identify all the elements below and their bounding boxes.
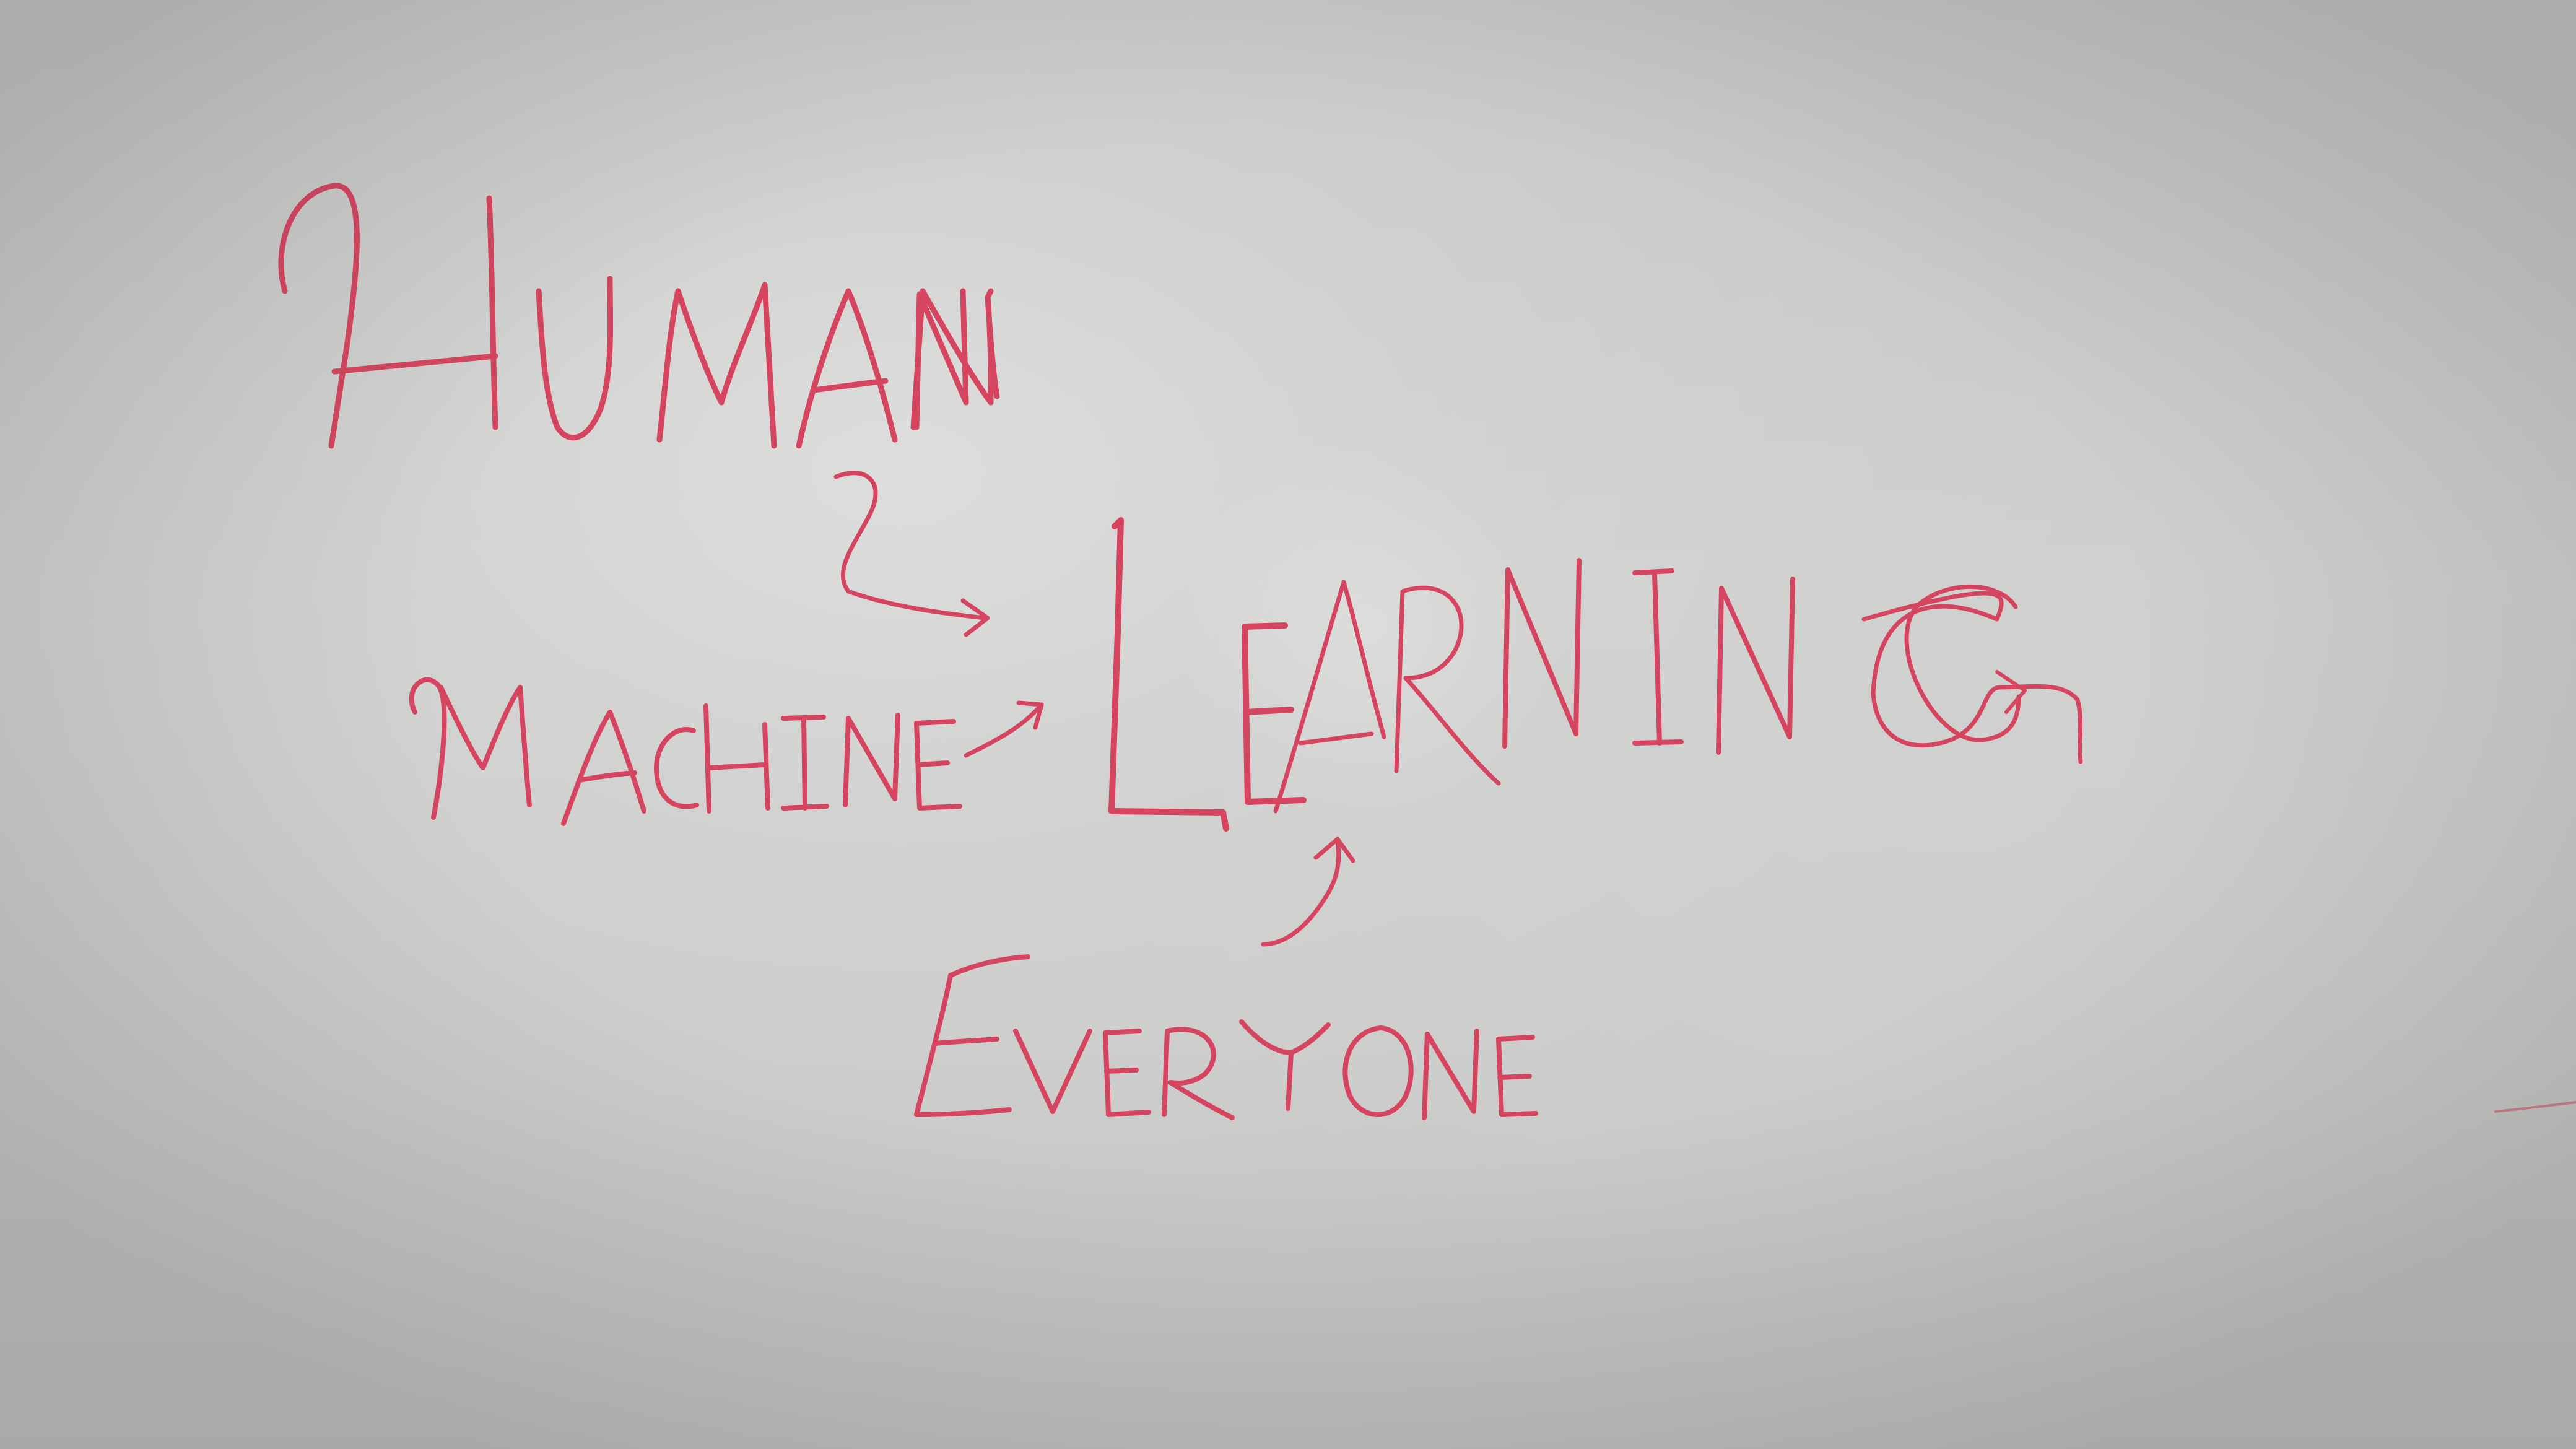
arrow-human-to-learning: [833, 471, 990, 637]
word-everyone: [914, 954, 1538, 1120]
word-machine: [409, 677, 962, 826]
word-human: [278, 183, 1000, 449]
stray-mark: [2494, 1101, 2576, 1113]
word-learning: [1108, 517, 2083, 832]
arrow-machine-to-learning: [964, 700, 1044, 758]
whiteboard: HUMAN MACHINE LEARNING EVERYONE: [0, 0, 2576, 1449]
whiteboard-writing: [278, 183, 2576, 1120]
arrow-everyone-to-learning: [1261, 837, 1355, 947]
